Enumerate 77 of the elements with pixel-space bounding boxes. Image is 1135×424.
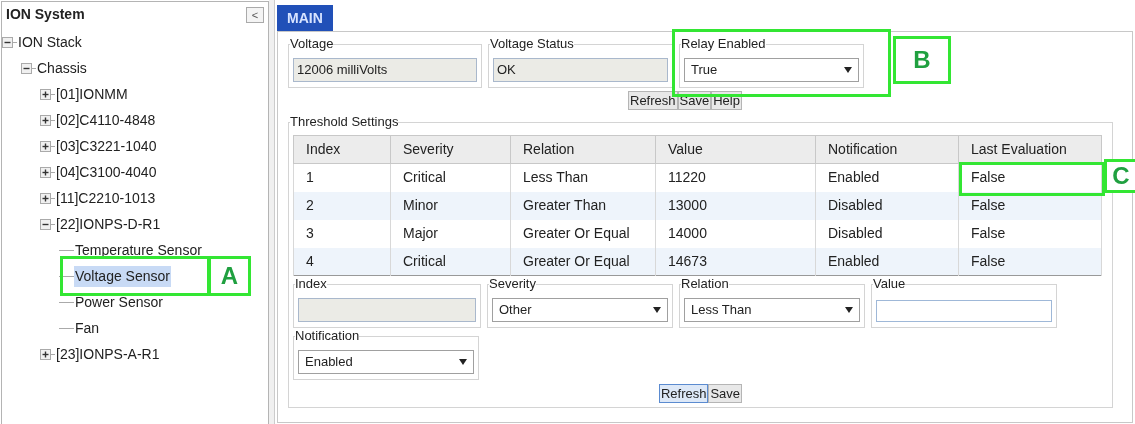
table-cell-text: 1 bbox=[306, 168, 314, 188]
table-cell-text: Greater Or Equal bbox=[523, 251, 630, 271]
tree-item[interactable]: [22]IONPS-D-R1 bbox=[55, 213, 162, 235]
table-cell-text: 11220 bbox=[668, 168, 706, 188]
tree-item[interactable]: Temperature Sensor bbox=[74, 239, 203, 261]
tree-item[interactable]: Chassis bbox=[36, 57, 88, 79]
field-label: Relay Enabled bbox=[681, 36, 766, 52]
column-header[interactable]: Value bbox=[655, 135, 816, 164]
expand-icon[interactable] bbox=[40, 192, 51, 204]
table-cell-text: 14673 bbox=[668, 251, 707, 271]
column-header[interactable]: Severity bbox=[390, 135, 511, 164]
collapse-icon[interactable] bbox=[40, 218, 51, 230]
tree-item[interactable]: [04]C3100-4040 bbox=[55, 161, 158, 183]
table-cell-text: Greater Than bbox=[523, 196, 606, 215]
tree-item[interactable]: Fan bbox=[74, 317, 101, 339]
dropdown[interactable]: Enabled bbox=[298, 350, 474, 374]
tree-item[interactable]: Power Sensor bbox=[74, 291, 164, 313]
tree-item[interactable]: ION Stack bbox=[17, 31, 83, 53]
callout-letter: B bbox=[893, 36, 951, 84]
dropdown-arrow-icon bbox=[845, 307, 853, 313]
tree-item[interactable]: [02]C4110-4848 bbox=[55, 109, 157, 131]
expand-icon[interactable] bbox=[40, 166, 51, 178]
expand-icon[interactable] bbox=[40, 140, 51, 152]
table-cell-text: False bbox=[971, 224, 1006, 243]
field-label: Voltage Status bbox=[490, 36, 574, 52]
table-cell-text: Greater Or Equal bbox=[523, 224, 630, 243]
tab[interactable]: MAIN bbox=[277, 5, 333, 31]
sidebar-title: ION System bbox=[6, 5, 85, 24]
table-cell-text: Enabled bbox=[828, 168, 880, 188]
tree-item[interactable]: [11]C2210-1013 bbox=[55, 187, 157, 209]
table-cell-text: Disabled bbox=[828, 196, 883, 215]
field-label: Voltage bbox=[290, 36, 334, 52]
table-cell-text: False bbox=[971, 196, 1006, 215]
column-header[interactable]: Relation bbox=[510, 135, 656, 164]
dropdown-arrow-icon bbox=[844, 67, 852, 73]
tree-item[interactable]: [23]IONPS-A-R1 bbox=[55, 343, 161, 365]
dropdown[interactable]: Less Than bbox=[684, 298, 860, 322]
collapse-icon[interactable] bbox=[2, 36, 13, 48]
action-button[interactable]: Save bbox=[708, 384, 743, 403]
table-cell-text: Critical bbox=[403, 251, 446, 271]
column-header[interactable]: Last Evaluation bbox=[958, 135, 1102, 164]
action-button[interactable]: Refresh bbox=[658, 384, 709, 403]
table-cell-text: False bbox=[971, 251, 1006, 271]
table-cell-text: 3 bbox=[306, 224, 314, 243]
dropdown-arrow-icon bbox=[653, 307, 661, 313]
table-cell-text: False bbox=[971, 168, 1006, 188]
section-title: Threshold Settings bbox=[290, 114, 399, 130]
expand-icon[interactable] bbox=[40, 348, 51, 360]
expand-icon[interactable] bbox=[40, 88, 51, 100]
collapse-button[interactable]: < bbox=[246, 6, 264, 23]
table-cell-text: Minor bbox=[403, 196, 438, 215]
tree-item[interactable]: [01]IONMM bbox=[55, 83, 129, 105]
readonly-field: 12006 milliVolts bbox=[293, 58, 477, 82]
table-cell-text: Critical bbox=[403, 168, 446, 188]
dropdown-arrow-icon bbox=[459, 359, 467, 365]
expand-icon[interactable] bbox=[40, 114, 51, 126]
tree-item[interactable]: Voltage Sensor bbox=[74, 265, 171, 287]
table-cell-text: 4 bbox=[306, 251, 314, 271]
callout-letter: A bbox=[208, 255, 251, 296]
table-cell-text: Enabled bbox=[828, 251, 880, 271]
tree-item[interactable]: [03]C3221-1040 bbox=[55, 135, 158, 157]
dropdown[interactable]: True bbox=[684, 58, 859, 82]
table-cell-text: Major bbox=[403, 224, 438, 243]
collapse-icon[interactable] bbox=[21, 62, 32, 74]
table-cell-text: 2 bbox=[306, 196, 314, 215]
input-field[interactable] bbox=[876, 299, 1052, 322]
table-cell-text: 14000 bbox=[668, 224, 707, 243]
table-cell-text: 13000 bbox=[668, 196, 707, 215]
action-button[interactable]: Refresh bbox=[628, 91, 678, 110]
callout-letter: C bbox=[1104, 159, 1135, 193]
dropdown[interactable]: Other bbox=[492, 298, 668, 322]
readonly-field: OK bbox=[493, 58, 668, 82]
column-header[interactable]: Notification bbox=[815, 135, 959, 164]
field-label: Severity bbox=[489, 276, 536, 292]
table-cell-text: Less Than bbox=[523, 168, 589, 188]
table-cell-text: Disabled bbox=[828, 224, 883, 243]
column-header[interactable]: Index bbox=[293, 135, 391, 164]
